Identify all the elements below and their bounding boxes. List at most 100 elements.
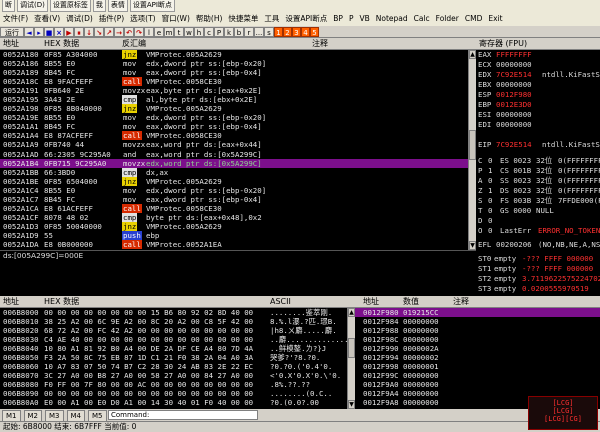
menu-item[interactable]: Notepad: [373, 12, 411, 26]
stack-row[interactable]: 0012F99C 00000000: [355, 371, 600, 380]
disasm-row[interactable]: 0052A1A4 E8 87ACFEFF call VMProtec.0058CE30…: [0, 131, 468, 141]
disasm-row[interactable]: 0052A1C7 8B45 FC mov eax,dword ptr ss:[ebp-…: [0, 195, 468, 204]
toolbar-window-button[interactable]: t: [174, 27, 184, 37]
disasm-row[interactable]: 0052A191 0FB640 2E movzx eax,byte ptr ds:[e…: [0, 86, 468, 95]
toolbar-button[interactable]: ■: [44, 27, 54, 37]
menu-item[interactable]: CMD: [462, 12, 485, 26]
flag-row[interactable]: Z 1 DS 0023 32位 0(FFFFFFFF: [478, 186, 600, 196]
disasm-row[interactable]: 0052A1D3 0F85 50040000 jnz VMProtec.005A262…: [0, 221, 468, 231]
stack-row[interactable]: 0012F988 00000000: [355, 326, 600, 335]
dump-row[interactable]: 006B8090 00 00 00 00 00 00 00 00 00 00 00…: [0, 389, 347, 398]
toolbar-number-button[interactable]: 5: [310, 27, 319, 37]
dump-tab[interactable]: M5: [88, 410, 107, 421]
disasm-row[interactable]: 0052A1A9 0FB740 44 movzx eax,word ptr ds:[e…: [0, 140, 468, 149]
registers-pane[interactable]: EAX FFFFFFFF ECX 00000000 EDX 7C92E514 ntdll.K…: [476, 50, 600, 296]
window-tab[interactable]: 我: [92, 0, 106, 12]
menu-item[interactable]: 帮助(H): [193, 12, 226, 26]
toolbar-number-button[interactable]: 3: [292, 27, 301, 37]
fpu-row[interactable]: ST0 empty -??? FFFF 000000: [478, 254, 600, 264]
window-tab[interactable]: 设置原标签: [49, 0, 91, 12]
toolbar-button[interactable]: ▸: [34, 27, 44, 37]
disasm-row[interactable]: 0052A180 0F85 A304000 jnz VMProtec.005A2629…: [0, 50, 468, 59]
toolbar-number-button[interactable]: 2: [283, 27, 292, 37]
toolbar-button[interactable]: ↘: [94, 27, 104, 37]
dump-tab[interactable]: M1: [2, 410, 21, 421]
disasm-row[interactable]: 0052A1C4 8B55 E0 mov edx,dword ptr ss:[ebp-…: [0, 186, 468, 195]
stack-row[interactable]: 0012F990 0000002A: [355, 344, 600, 353]
menu-item[interactable]: 工具: [261, 12, 282, 26]
disasm-scrollbar[interactable]: ▲ ▼: [468, 50, 476, 250]
fpu-row[interactable]: ST2 empty 3.7119622575224702: [478, 274, 600, 284]
toolbar-number-button[interactable]: 4: [301, 27, 310, 37]
dump-tab[interactable]: M4: [66, 410, 85, 421]
disasm-row[interactable]: 0052A1D955pushebppush ebp: [0, 230, 468, 240]
dump-row[interactable]: 006B8050 F3 2A 50 8C 75 EB 87 1D C1 21 F0…: [0, 353, 347, 362]
dump-pane[interactable]: 006B8000 00 00 00 00 00 00 00 00 15 B6 80…: [0, 308, 347, 409]
stack-row[interactable]: 0012F994 00000002: [355, 353, 600, 362]
dump-row[interactable]: 006B8040 10 80 A1 81 92 B0 A4 00 DE 2A DF…: [0, 344, 347, 353]
disasm-row[interactable]: 0052A189 8B45 FC mov eax,dword ptr ss:[ebp-…: [0, 68, 468, 77]
toolbar-button[interactable]: ↷: [134, 27, 144, 37]
menu-item[interactable]: Folder: [433, 12, 462, 26]
toolbar-window-button[interactable]: s: [264, 27, 274, 37]
register-row[interactable]: EBX 00000000: [478, 80, 600, 90]
scroll-up-arrow-icon[interactable]: ▲: [469, 50, 476, 59]
efl-row[interactable]: EFL 00200206 (NO,NB,NE,A,NS: [478, 240, 600, 250]
menu-item[interactable]: 选项(T): [127, 12, 158, 26]
flag-row[interactable]: P 1 CS 001B 32位 0(FFFFFFFF: [478, 166, 600, 176]
toolbar-button[interactable]: ↶: [124, 27, 134, 37]
disasm-row[interactable]: 0052A186 8B55 E0 mov edx,dword ptr ss:[ebp-…: [0, 59, 468, 68]
scroll-down-arrow-icon[interactable]: ▼: [469, 241, 476, 250]
dump-row[interactable]: 006B8070 3C 27 A0 00 B8 27 A0 00 58 27 A0…: [0, 371, 347, 380]
menu-item[interactable]: 设置API断点: [282, 12, 330, 26]
scroll-down-arrow-icon[interactable]: ▼: [348, 400, 355, 409]
dump-tab[interactable]: M3: [45, 410, 64, 421]
menu-item[interactable]: P: [346, 12, 357, 26]
disasm-row[interactable]: 0052A1DA E8 0B000000 call VMProtec.0052A1EA…: [0, 239, 468, 249]
menu-item[interactable]: 查看(V): [31, 12, 63, 26]
register-row[interactable]: EDI 00000000: [478, 120, 600, 130]
flag-row[interactable]: T 0 GS 0000 NULL: [478, 206, 600, 216]
register-row[interactable]: EIP 7C92E514 ntdll.KiFastSy: [478, 140, 600, 150]
disasm-row[interactable]: 0052A1B4 0FB715 9C295A0 movzx edx,word ptr …: [0, 158, 468, 168]
toolbar-window-button[interactable]: h: [194, 27, 204, 37]
register-row[interactable]: EAX FFFFFFFF: [478, 50, 600, 60]
dump-row[interactable]: 006B8000 00 00 00 00 00 00 00 00 15 B6 80…: [0, 308, 347, 317]
flag-row[interactable]: S 0 FS 003B 32位 7FFDE000(F: [478, 196, 600, 206]
disasm-row[interactable]: 0052A195 3A43 2E cmp al,byte ptr ds:[ebx+0x…: [0, 95, 468, 105]
scroll-up-arrow-icon[interactable]: ▲: [348, 308, 355, 317]
menu-item[interactable]: 调试(D): [63, 12, 96, 26]
register-row[interactable]: EBP 0012E3D0: [478, 100, 600, 110]
register-row[interactable]: [478, 130, 600, 140]
dump-row[interactable]: 006B8080 F0 FF 00 7F 80 00 00 AC 00 00 00…: [0, 380, 347, 389]
dump-row[interactable]: 006B8010 38 25 A2 00 6C 9E A2 00 8C 20 A2…: [0, 317, 347, 326]
toolbar-window-button[interactable]: c: [204, 27, 214, 37]
stack-row[interactable]: 0012F98C 00000000: [355, 335, 600, 344]
disasm-row[interactable]: 0052A1CA E8 61ACFEFF call VMProtec.0058CE30…: [0, 203, 468, 213]
toolbar-window-button[interactable]: e: [154, 27, 164, 37]
menu-item[interactable]: 插件(P): [96, 12, 127, 26]
dump-row[interactable]: 006B8030 C4 AE 40 00 00 00 00 00 00 00 00…: [0, 335, 347, 344]
stack-row[interactable]: 0012F998 00000001: [355, 362, 600, 371]
register-row[interactable]: ECX 00000000: [478, 60, 600, 70]
disasm-pane[interactable]: 0052A180 0F85 A304000 jnz VMProtec.005A2629…: [0, 50, 468, 250]
stack-row[interactable]: 0012F984 00000000: [355, 317, 600, 326]
menu-item[interactable]: 文件(F): [0, 12, 31, 26]
stack-pane[interactable]: 0012F980 019215CC 0012F984 00000000 0012F988…: [355, 308, 600, 409]
dump-row[interactable]: 006B8020 68 72 A2 00 FC 42 A2 00 00 00 00…: [0, 326, 347, 335]
stack-row[interactable]: 0012F980 019215CC: [355, 308, 600, 318]
window-tab[interactable]: 调试(D): [17, 0, 48, 12]
toolbar-window-button[interactable]: ...: [254, 27, 264, 37]
toolbar-window-button[interactable]: m: [164, 27, 174, 37]
toolbar-button[interactable]: →: [114, 27, 124, 37]
disasm-row[interactable]: 0052A1BB66:3BD0cmpdx,axcmp dx,ax: [0, 167, 468, 177]
flag-row[interactable]: O 0 LastErr ERROR_NO_TOKEN: [478, 226, 600, 236]
toolbar-window-button[interactable]: P: [214, 27, 224, 37]
flag-row[interactable]: A 0 SS 0023 32位 0(FFFFFFFF: [478, 176, 600, 186]
menu-item[interactable]: VB: [356, 12, 372, 26]
command-input[interactable]: Command:: [108, 410, 258, 420]
toolbar-button[interactable]: ↗: [104, 27, 114, 37]
disasm-row[interactable]: 0052A18C E8 9FACFEFF call VMProtec.0058CE30…: [0, 77, 468, 87]
register-row[interactable]: ESI 00000000: [478, 110, 600, 120]
scroll-thumb[interactable]: [348, 338, 355, 358]
